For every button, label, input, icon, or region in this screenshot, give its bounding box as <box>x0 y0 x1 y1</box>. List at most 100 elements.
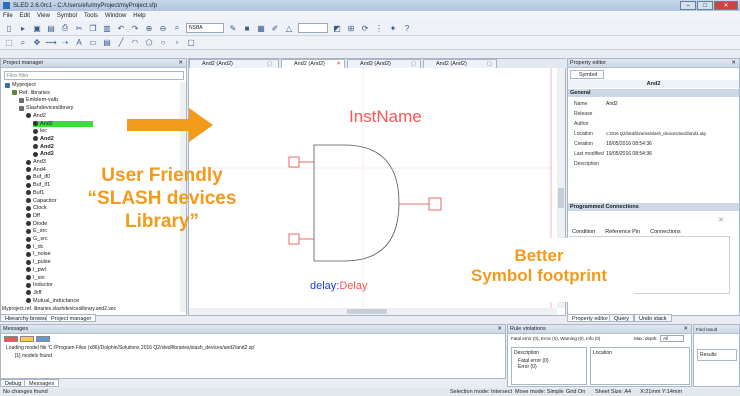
zoom-out-icon[interactable]: ⊖ <box>158 23 168 33</box>
programmed-connections-header[interactable]: Programmed Connections <box>568 203 739 211</box>
close-panel-icon[interactable]: ✕ <box>731 59 736 68</box>
close-panel-icon[interactable]: ✕ <box>178 59 183 68</box>
tab-undo-stack[interactable]: Undo stack <box>634 314 672 322</box>
undo-icon[interactable]: ↶ <box>116 23 126 33</box>
text-icon[interactable]: A <box>74 38 84 48</box>
magnify-icon[interactable]: ⌕ <box>18 38 28 48</box>
line-style-select[interactable] <box>298 23 328 33</box>
color-icon[interactable]: ◩ <box>332 23 342 33</box>
tree-item[interactable]: Myproject <box>5 82 36 88</box>
open-icon[interactable]: ▸ <box>18 23 28 33</box>
files-filter-input[interactable]: Files filter <box>4 71 184 80</box>
tree-item[interactable]: Emblem-valb <box>19 97 58 103</box>
tree-item[interactable]: E_src <box>26 228 47 234</box>
canvas-horizontal-scrollbar[interactable] <box>189 308 557 315</box>
tab-symbol[interactable]: Symbol <box>570 70 604 79</box>
results-list[interactable]: Results <box>697 349 737 361</box>
tree-item[interactable]: And2 <box>26 113 46 119</box>
tab-debug[interactable]: Debug <box>0 379 27 387</box>
tree-item[interactable]: And4 <box>26 167 46 173</box>
tree-item[interactable]: Slashdeviceslibrary <box>19 105 73 111</box>
input-pin-1[interactable] <box>288 156 300 168</box>
output-pin[interactable] <box>428 197 442 211</box>
tree-item[interactable]: I_pulse <box>26 259 51 265</box>
align-icon[interactable]: ⊞ <box>346 23 356 33</box>
violations-description-list[interactable]: Description Fatal error (0) Error (0) <box>511 347 587 385</box>
tree-item[interactable]: I_pwl <box>26 267 46 273</box>
save-all-icon[interactable]: ▤ <box>46 23 56 33</box>
error-filter-icon[interactable] <box>4 336 18 342</box>
tab-messages[interactable]: Messages <box>24 379 60 387</box>
menu-window[interactable]: Window <box>105 13 126 19</box>
minimize-button[interactable]: – <box>680 1 696 10</box>
tree-item[interactable]: Buf_if0 <box>26 174 50 180</box>
doc-tab-2[interactable]: And2 (And2) ✕ <box>281 59 345 68</box>
tree-item[interactable]: And2 <box>33 136 54 142</box>
tree-item[interactable]: And2 <box>33 144 54 150</box>
tree-item[interactable]: And2 <box>33 120 93 127</box>
close-panel-icon[interactable]: ✕ <box>497 325 502 334</box>
brush-icon[interactable]: ✐ <box>270 23 280 33</box>
component-icon[interactable]: ▤ <box>102 38 112 48</box>
info-filter-icon[interactable] <box>36 336 50 342</box>
font-select[interactable]: NSBA <box>186 23 224 33</box>
redo-icon[interactable]: ↷ <box>130 23 140 33</box>
error-item[interactable]: Error (0) <box>512 364 586 370</box>
doc-tab-1[interactable]: And2 (And2) ▢ <box>189 59 279 68</box>
tree-item[interactable]: Capacitor <box>26 198 57 204</box>
pin-icon[interactable]: ✦ <box>388 23 398 33</box>
menu-symbol[interactable]: Symbol <box>57 13 77 19</box>
tree-item[interactable]: Inductor <box>26 282 53 288</box>
menu-file[interactable]: File <box>3 13 13 19</box>
inst-name-label[interactable]: InstName <box>349 107 422 127</box>
find-icon[interactable]: ⌕ <box>172 23 182 33</box>
tree-item[interactable]: Clock <box>26 205 47 211</box>
pen-icon[interactable]: ✎ <box>228 23 238 33</box>
tree-item[interactable]: Buf_if1 <box>26 182 50 188</box>
tree-item[interactable]: And3 <box>26 159 46 165</box>
tab-project-manager[interactable]: Project manager <box>46 314 97 322</box>
polygon-icon[interactable]: ⬠ <box>144 38 154 48</box>
arrow-icon[interactable]: ➝ <box>60 38 70 48</box>
select-icon[interactable]: ⬚ <box>4 38 14 48</box>
save-icon[interactable]: ▣ <box>32 23 42 33</box>
close-panel-icon[interactable]: ✕ <box>683 325 688 334</box>
tree-item[interactable]: Ref. libraries <box>12 90 50 96</box>
tab-property-editor[interactable]: Property editor <box>567 314 614 322</box>
arc-icon[interactable]: ◠ <box>130 38 140 48</box>
fill-icon[interactable]: ■ <box>242 23 252 33</box>
copy-icon[interactable]: ❐ <box>88 23 98 33</box>
wire-icon[interactable]: ⟿ <box>45 38 56 48</box>
rectangle-icon[interactable]: ▭ <box>88 38 98 48</box>
tree-item[interactable]: Dff <box>26 213 40 219</box>
tree-item[interactable]: I_sin <box>26 275 45 281</box>
tree-item[interactable]: Jkff <box>26 290 41 296</box>
tree-item[interactable]: lec <box>33 128 47 134</box>
input-pin-2[interactable] <box>288 233 300 245</box>
line-icon[interactable]: ╱ <box>116 38 126 48</box>
symbol-icon[interactable]: ▢ <box>186 38 196 48</box>
tree-item[interactable]: Mutual_inductance <box>26 298 79 304</box>
close-button[interactable]: ✕ <box>714 1 738 10</box>
menu-edit[interactable]: Edit <box>20 13 30 19</box>
menu-tools[interactable]: Tools <box>84 13 98 19</box>
tree-item[interactable]: I_dc <box>26 244 43 250</box>
max-depth-select[interactable]: All <box>660 335 684 342</box>
pan-icon[interactable]: ✥ <box>32 38 42 48</box>
tab-query[interactable]: Query <box>609 314 634 322</box>
port-icon[interactable]: ▫ <box>172 38 182 48</box>
warning-filter-icon[interactable] <box>20 336 34 342</box>
menu-view[interactable]: View <box>37 13 50 19</box>
general-section-header[interactable]: General <box>568 89 739 97</box>
tree-item[interactable]: And2 <box>33 151 54 157</box>
tree-item[interactable]: Diode <box>26 221 47 227</box>
tree-item[interactable]: Buf1 <box>26 190 44 196</box>
remove-connection-icon[interactable]: ✕ <box>718 216 724 224</box>
violations-location-list[interactable]: Location <box>590 347 690 385</box>
paste-icon[interactable]: ▥ <box>102 23 112 33</box>
delay-label[interactable]: delay:Delay <box>310 280 367 292</box>
tree-item[interactable]: I_noise <box>26 251 51 257</box>
cut-icon[interactable]: ✂ <box>74 23 84 33</box>
shape-icon[interactable]: △ <box>284 23 294 33</box>
and-gate-body[interactable] <box>313 144 400 262</box>
